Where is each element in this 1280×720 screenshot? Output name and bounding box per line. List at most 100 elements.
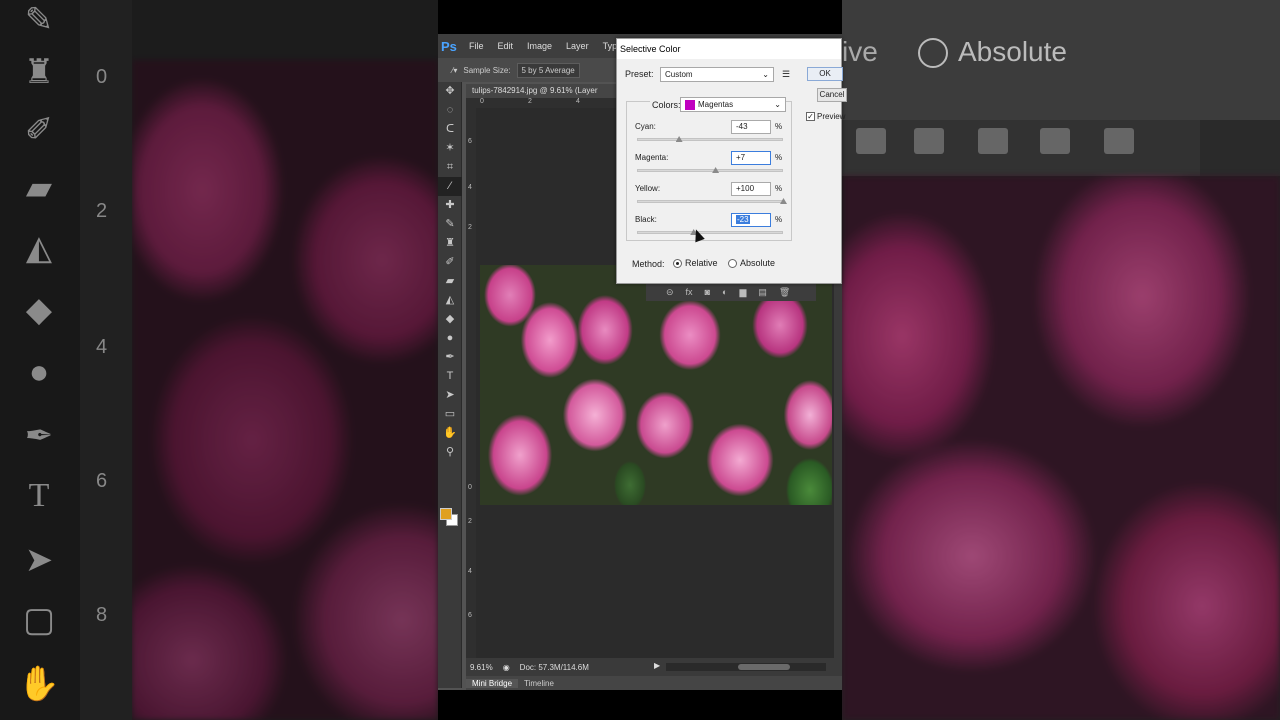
bottom-panel-tabs: Mini Bridge Timeline [466, 676, 842, 690]
trash-icon [1104, 128, 1134, 154]
zoom-level[interactable]: 9.61% [470, 663, 493, 672]
black-input[interactable]: -23 [731, 213, 771, 227]
black-slider-track[interactable] [637, 231, 783, 234]
method-relative-radio[interactable]: Relative [673, 258, 718, 268]
blur-tool-icon[interactable]: ◆ [438, 310, 462, 329]
folder-icon[interactable]: ▆ [739, 287, 746, 298]
background-ghost-text: ive [842, 36, 878, 67]
folder-icon [978, 128, 1008, 154]
new-layer-icon [1040, 128, 1070, 154]
lasso-tool-icon[interactable]: ᑕ [438, 120, 462, 139]
colors-label: Colors: [650, 100, 683, 110]
status-menu-arrow-icon[interactable]: ▶ [654, 661, 660, 670]
dodge-icon: ● [28, 353, 50, 391]
background-layer-icons [842, 120, 1200, 176]
menu-file[interactable]: File [462, 41, 491, 51]
magenta-swatch [685, 99, 695, 110]
magenta-label: Magenta: [635, 153, 669, 162]
background-right-blur: ive Absolute [842, 0, 1280, 720]
type-icon: T [28, 477, 50, 514]
tulip-photo[interactable] [480, 265, 832, 505]
method-absolute-radio[interactable]: Absolute [728, 258, 775, 268]
history-brush-icon: ✐ [24, 111, 54, 149]
preset-select[interactable]: Custom ⌄ [660, 67, 774, 82]
eraser-tool-icon[interactable]: ▰ [438, 272, 462, 291]
menu-layer[interactable]: Layer [559, 41, 596, 51]
tab-timeline[interactable]: Timeline [518, 679, 560, 688]
marquee-tool-icon[interactable]: ◌ [438, 101, 462, 120]
vertical-ruler: 6 4 2 0 2 4 6 [466, 98, 476, 658]
pen-icon: ✒ [24, 417, 54, 455]
mask-icon [856, 128, 886, 154]
menu-image[interactable]: Image [520, 41, 559, 51]
scroll-thumb[interactable] [738, 664, 790, 670]
brush-tool-icon[interactable]: ✎ [438, 215, 462, 234]
screen: 0 2 4 6 8 ✎ ♜ ✐ ▰ ◭ ◆ ● ✒ T ➤ ▢ ✋ ive Ab… [0, 0, 1280, 720]
paint-bucket-icon: ◭ [25, 229, 53, 267]
magic-wand-tool-icon[interactable]: ✶ [438, 139, 462, 158]
preset-options-icon[interactable]: ☰ [782, 69, 790, 80]
adjustment-icon [914, 128, 944, 154]
brush-icon: ✎ [24, 1, 54, 39]
link-icon[interactable]: ⊝ [666, 287, 674, 298]
background-ruler-tick: 6 [96, 470, 108, 492]
move-tool-icon[interactable]: ✥ [438, 82, 462, 101]
colors-select[interactable]: Magentas ⌄ [680, 97, 786, 112]
background-absolute-label: Absolute [958, 36, 1067, 67]
history-brush-tool-icon[interactable]: ✐ [438, 253, 462, 272]
fx-icon[interactable]: fx [686, 287, 693, 297]
pen-tool-icon[interactable]: ✒ [438, 348, 462, 367]
background-ruler-tick: 4 [96, 336, 108, 358]
zoom-tool-icon[interactable]: ⚲ [438, 443, 462, 462]
dialog-title: Selective Color [617, 39, 841, 59]
magenta-slider-track[interactable] [637, 169, 783, 172]
chevron-down-icon: ⌄ [762, 70, 769, 79]
cancel-button[interactable]: Cancel [817, 88, 847, 102]
yellow-input[interactable]: +100 [731, 182, 771, 196]
preview-checkbox[interactable]: ✓ Preview [806, 112, 845, 121]
status-bar: 9.61% ◉ Doc: 57.3M/114.6M ▶ [466, 658, 842, 676]
horizontal-scrollbar[interactable] [666, 663, 826, 671]
trash-icon[interactable]: 🗑 [779, 287, 790, 298]
method-label: Method: [632, 259, 665, 269]
bucket-tool-icon[interactable]: ◭ [438, 291, 462, 310]
ok-button[interactable]: OK [807, 67, 843, 81]
background-ruler-tick: 2 [96, 200, 108, 222]
yellow-slider-track[interactable] [637, 200, 783, 203]
dodge-tool-icon[interactable]: ● [438, 329, 462, 348]
cyan-label: Cyan: [635, 122, 656, 131]
adjustment-icon[interactable]: ◐ [722, 287, 727, 297]
magenta-input[interactable]: +7 [731, 151, 771, 165]
type-tool-icon[interactable]: T [438, 367, 462, 386]
hand-icon: ✋ [17, 665, 61, 703]
cyan-input[interactable]: -43 [731, 120, 771, 134]
hand-tool-icon[interactable]: ✋ [438, 424, 462, 443]
chevron-down-icon: ⌄ [774, 100, 781, 109]
background-dialog-zoom: ive Absolute [842, 0, 1280, 120]
status-icon: ◉ [502, 662, 510, 672]
black-label: Black: [635, 215, 657, 224]
background-radio [918, 38, 948, 68]
blur-icon: ◆ [25, 291, 53, 329]
mask-icon[interactable]: ◙ [705, 287, 710, 297]
eyedropper-tool-icon[interactable]: ⁄ [438, 177, 462, 196]
tools-panel: ✥ ◌ ᑕ ✶ ⌗ ⁄ ✚ ✎ ♜ ✐ ▰ ◭ ◆ ● ✒ T ➤ ▭ ✋ ⚲ [438, 82, 462, 688]
sample-size-select[interactable]: 5 by 5 Average [516, 62, 580, 78]
path-select-tool-icon[interactable]: ➤ [438, 386, 462, 405]
tab-mini-bridge[interactable]: Mini Bridge [466, 678, 519, 688]
eyedropper-icon[interactable]: ⁄▾ [452, 66, 457, 75]
crop-tool-icon[interactable]: ⌗ [438, 158, 462, 177]
healing-tool-icon[interactable]: ✚ [438, 196, 462, 215]
path-select-icon: ➤ [24, 541, 54, 579]
stamp-icon: ♜ [23, 53, 55, 91]
new-layer-icon[interactable]: ▤ [758, 287, 767, 298]
background-ruler-tick: 0 [96, 66, 108, 88]
preset-label: Preset: [625, 69, 654, 79]
background-left-blur: 0 2 4 6 8 ✎ ♜ ✐ ▰ ◭ ◆ ● ✒ T ➤ ▢ ✋ [0, 0, 438, 720]
foreground-color-swatch[interactable] [440, 508, 452, 520]
menu-edit[interactable]: Edit [491, 41, 521, 51]
stamp-tool-icon[interactable]: ♜ [438, 234, 462, 253]
cyan-slider-track[interactable] [637, 138, 783, 141]
app-logo: Ps [441, 38, 457, 54]
shape-tool-icon[interactable]: ▭ [438, 405, 462, 424]
